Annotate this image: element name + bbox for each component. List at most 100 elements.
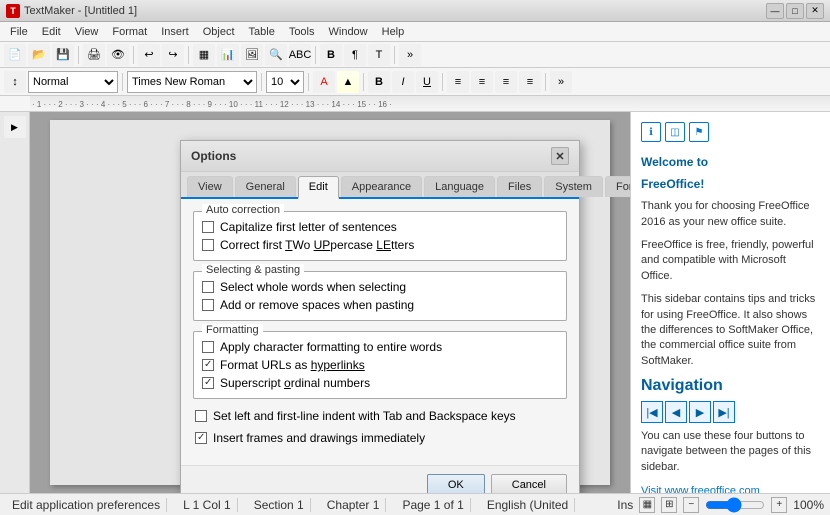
sidebar-header: ℹ ◫ ⚑	[641, 122, 820, 142]
dialog-tabs: View General Edit Appearance Language Fi…	[181, 172, 579, 199]
sidebar-link[interactable]: Visit www.freeoffice.com	[641, 485, 760, 493]
nav-prev-button[interactable]: ◀	[665, 401, 687, 423]
print-preview-button[interactable]: 👁	[107, 44, 129, 66]
formatting-section: Formatting Apply character formatting to…	[193, 331, 567, 399]
dialog-close-button[interactable]: ✕	[551, 147, 569, 165]
separator	[122, 73, 123, 91]
view-web-btn[interactable]: ⊞	[661, 497, 677, 513]
zoom-out-btn[interactable]: −	[683, 497, 699, 513]
more-format-btn[interactable]: »	[550, 71, 572, 93]
cb-whole-words-label: Select whole words when selecting	[220, 280, 406, 294]
right-sidebar: ℹ ◫ ⚑ Welcome to FreeOffice! Thank you f…	[630, 112, 830, 493]
align-right-button[interactable]: ≡	[495, 71, 517, 93]
textbox-btn[interactable]: T	[368, 44, 390, 66]
separator	[363, 73, 364, 91]
menu-window[interactable]: Window	[323, 24, 374, 40]
menu-format[interactable]: Format	[106, 24, 153, 40]
zoom-in-btn[interactable]: +	[771, 497, 787, 513]
redo-button[interactable]: ↪	[162, 44, 184, 66]
ok-button[interactable]: OK	[427, 474, 485, 493]
menu-insert[interactable]: Insert	[155, 24, 195, 40]
align-center-button[interactable]: ≡	[471, 71, 493, 93]
app-icon: T	[6, 4, 20, 18]
table-icon[interactable]: ▦	[193, 44, 215, 66]
italic-button[interactable]: I	[392, 71, 414, 93]
bold-button[interactable]: B	[368, 71, 390, 93]
toolbar-formatting: ↕ Normal Times New Roman 10 A ▲ B I U ≡ …	[0, 68, 830, 96]
find-button[interactable]: 🔍	[265, 44, 287, 66]
cb-insert-frames[interactable]	[195, 432, 207, 444]
checkbox-row-remove-spaces: Add or remove spaces when pasting	[202, 298, 558, 312]
main-area: ▶ Options ✕ View General Edit Appe	[0, 112, 830, 493]
cb-cap-sentences-label: Capitalize first letter of sentences	[220, 220, 397, 234]
separator	[188, 46, 189, 64]
p-icon[interactable]: ¶	[344, 44, 366, 66]
separator	[133, 46, 134, 64]
paragraph-style-select[interactable]: Normal	[28, 71, 118, 93]
style-dropdown-arrow[interactable]: ↕	[4, 71, 26, 93]
menu-tools[interactable]: Tools	[283, 24, 321, 40]
menu-edit[interactable]: Edit	[36, 24, 67, 40]
cb-superscript[interactable]	[202, 377, 214, 389]
align-justify-button[interactable]: ≡	[519, 71, 541, 93]
underline-button[interactable]: U	[416, 71, 438, 93]
checkbox-row-char-formatting: Apply character formatting to entire wor…	[202, 340, 558, 354]
cb-remove-spaces[interactable]	[202, 299, 214, 311]
menu-object[interactable]: Object	[197, 24, 241, 40]
status-right: Ins ▦ ⊞ − + 100%	[617, 497, 824, 513]
open-button[interactable]: 📂	[28, 44, 50, 66]
autocorrection-label: Auto correction	[202, 204, 284, 216]
cancel-button[interactable]: Cancel	[491, 474, 567, 493]
align-left-button[interactable]: ≡	[447, 71, 469, 93]
save-button[interactable]: 💾	[52, 44, 74, 66]
separator	[261, 73, 262, 91]
tab-view[interactable]: View	[187, 176, 233, 197]
menu-help[interactable]: Help	[376, 24, 411, 40]
cb-cap-uppercase[interactable]	[202, 239, 214, 251]
highlight-btn[interactable]: ▲	[337, 71, 359, 93]
tab-general[interactable]: General	[235, 176, 296, 197]
checkbox-row-cap-uppercase: Correct first TWo UPpercase LEtters	[202, 238, 558, 252]
zoom-slider[interactable]	[705, 498, 765, 512]
nav-first-button[interactable]: |◀	[641, 401, 663, 423]
maximize-button[interactable]: □	[786, 3, 804, 19]
dialog-buttons: OK Cancel	[181, 465, 579, 493]
zoom-level: 100%	[793, 498, 824, 512]
dialog-content: Auto correction Capitalize first letter …	[181, 199, 579, 465]
tab-system[interactable]: System	[544, 176, 603, 197]
minimize-button[interactable]: —	[766, 3, 784, 19]
view-normal-btn[interactable]: ▦	[639, 497, 655, 513]
font-family-select[interactable]: Times New Roman	[127, 71, 257, 93]
print-button[interactable]: 🖨	[83, 44, 105, 66]
image-icon[interactable]: 🖼	[241, 44, 263, 66]
menu-view[interactable]: View	[69, 24, 105, 40]
undo-button[interactable]: ↩	[138, 44, 160, 66]
close-button[interactable]: ✕	[806, 3, 824, 19]
tab-appearance[interactable]: Appearance	[341, 176, 422, 197]
tab-language[interactable]: Language	[424, 176, 495, 197]
spell-button[interactable]: ABC	[289, 44, 311, 66]
menu-table[interactable]: Table	[243, 24, 281, 40]
chart-icon[interactable]: 📊	[217, 44, 239, 66]
sidebar-info-icon[interactable]: ℹ	[641, 122, 661, 142]
font-color-btn[interactable]: A	[313, 71, 335, 93]
more-btn[interactable]: »	[399, 44, 421, 66]
font-size-select[interactable]: 10	[266, 71, 304, 93]
tab-fonts[interactable]: Fonts	[605, 176, 630, 197]
cb-whole-words[interactable]	[202, 281, 214, 293]
new-button[interactable]: 📄	[4, 44, 26, 66]
tab-edit[interactable]: Edit	[298, 176, 339, 199]
nav-last-button[interactable]: ▶|	[713, 401, 735, 423]
cb-format-urls[interactable]	[202, 359, 214, 371]
menu-file[interactable]: File	[4, 24, 34, 40]
sidebar-nav-icon[interactable]: ◫	[665, 122, 685, 142]
view-toggle-btn[interactable]: ▶	[4, 116, 26, 138]
bold-large-btn[interactable]: B	[320, 44, 342, 66]
sidebar-flag-icon[interactable]: ⚑	[689, 122, 709, 142]
tab-files[interactable]: Files	[497, 176, 542, 197]
ruler: · 1 · · · 2 · · · 3 · · · 4 · · · 5 · · …	[0, 96, 830, 112]
nav-next-button[interactable]: ▶	[689, 401, 711, 423]
cb-tab-indent[interactable]	[195, 410, 207, 422]
cb-char-formatting[interactable]	[202, 341, 214, 353]
cb-cap-sentences[interactable]	[202, 221, 214, 233]
